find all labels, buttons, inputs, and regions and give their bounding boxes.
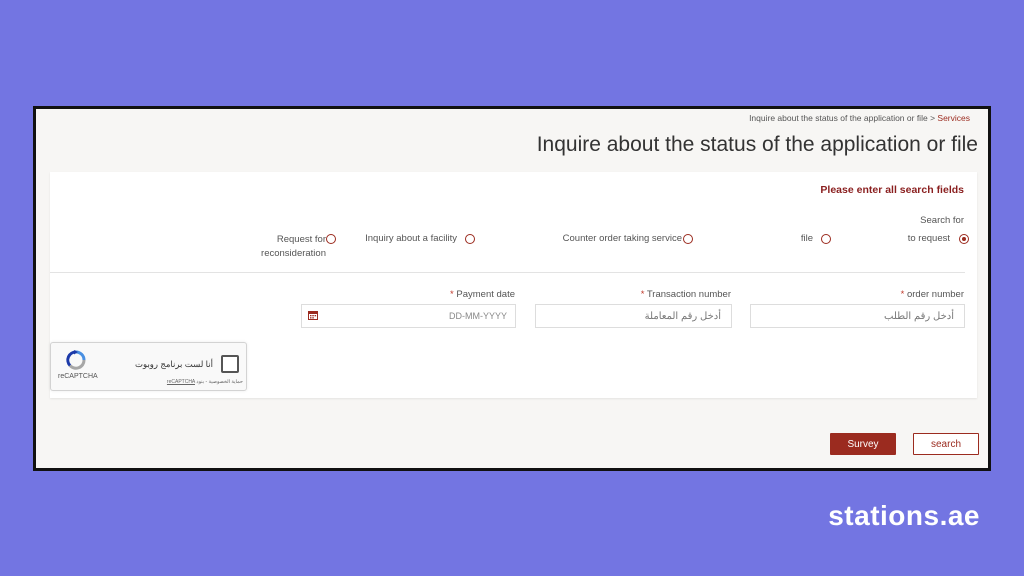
recaptcha-logo-icon: [65, 350, 87, 375]
calendar-icon[interactable]: [308, 310, 318, 323]
recaptcha-terms-link[interactable]: reCAPTCHA: [167, 379, 195, 385]
recaptcha-brand: reCAPTCHA: [58, 373, 98, 380]
radio-to-request-label: to request: [907, 233, 950, 244]
order-number-input[interactable]: أدخل رقم الطلب: [750, 304, 965, 328]
breadcrumb-separator: >: [930, 113, 936, 123]
radio-unselected-icon[interactable]: [683, 233, 693, 244]
radio-selected-icon[interactable]: [959, 233, 969, 244]
search-button[interactable]: search: [913, 433, 979, 455]
radio-unselected-icon[interactable]: [465, 233, 475, 244]
recaptcha-label: أنا لست برنامج روبوت: [135, 359, 213, 369]
transaction-number-placeholder: أدخل رقم المعاملة: [644, 310, 721, 322]
radio-unselected-icon[interactable]: [821, 233, 831, 244]
order-number-label: * order number: [900, 289, 964, 300]
payment-date-label: * Payment date: [450, 289, 515, 300]
required-fields-notice: Please enter all search fields: [820, 184, 964, 196]
breadcrumb-services-link[interactable]: Services: [937, 113, 970, 123]
breadcrumb-current: Inquire about the status of the applicat…: [749, 113, 928, 123]
radio-counter-order-label: Counter order taking service: [562, 233, 682, 244]
payment-date-input[interactable]: DD-MM-YYYY: [301, 304, 516, 328]
page-title: Inquire about the status of the applicat…: [536, 133, 978, 156]
radio-unselected-icon[interactable]: [326, 234, 336, 244]
transaction-number-input[interactable]: أدخل رقم المعاملة: [535, 304, 732, 328]
radio-facility[interactable]: Inquiry about a facility: [365, 233, 475, 244]
radio-file[interactable]: file: [801, 233, 831, 244]
payment-date-placeholder: DD-MM-YYYY: [449, 311, 507, 321]
transaction-number-label: * Transaction number: [640, 289, 731, 300]
recaptcha-terms: reCAPTCHA حماية الخصوصية - بنود: [166, 379, 243, 385]
radio-reconsideration-label: Request for reconsideration: [261, 234, 326, 259]
radio-file-label: file: [800, 233, 813, 244]
page: { "breadcrumb": { "current": "Inquire ab…: [0, 0, 1024, 576]
watermark-logo: stations.ae: [828, 500, 980, 531]
radio-facility-label: Inquiry about a facility: [365, 233, 457, 244]
divider: [50, 272, 965, 273]
radio-reconsideration[interactable]: Request for reconsideration: [261, 233, 336, 261]
survey-button[interactable]: Survey: [830, 433, 896, 455]
radio-counter-order[interactable]: Counter order taking service: [563, 233, 693, 244]
browser-frame: Inquire about the status of the applicat…: [33, 106, 991, 471]
radio-to-request[interactable]: to request: [908, 233, 969, 244]
search-for-label: Search for: [920, 215, 964, 226]
order-number-placeholder: أدخل رقم الطلب: [884, 310, 954, 322]
breadcrumb: Inquire about the status of the applicat…: [749, 113, 970, 123]
search-form-card: Please enter all search fields Search fo…: [50, 172, 977, 398]
recaptcha-widget: أنا لست برنامج روبوت reCAPTCHA حماية الخ…: [50, 342, 247, 391]
recaptcha-checkbox[interactable]: [221, 355, 239, 373]
